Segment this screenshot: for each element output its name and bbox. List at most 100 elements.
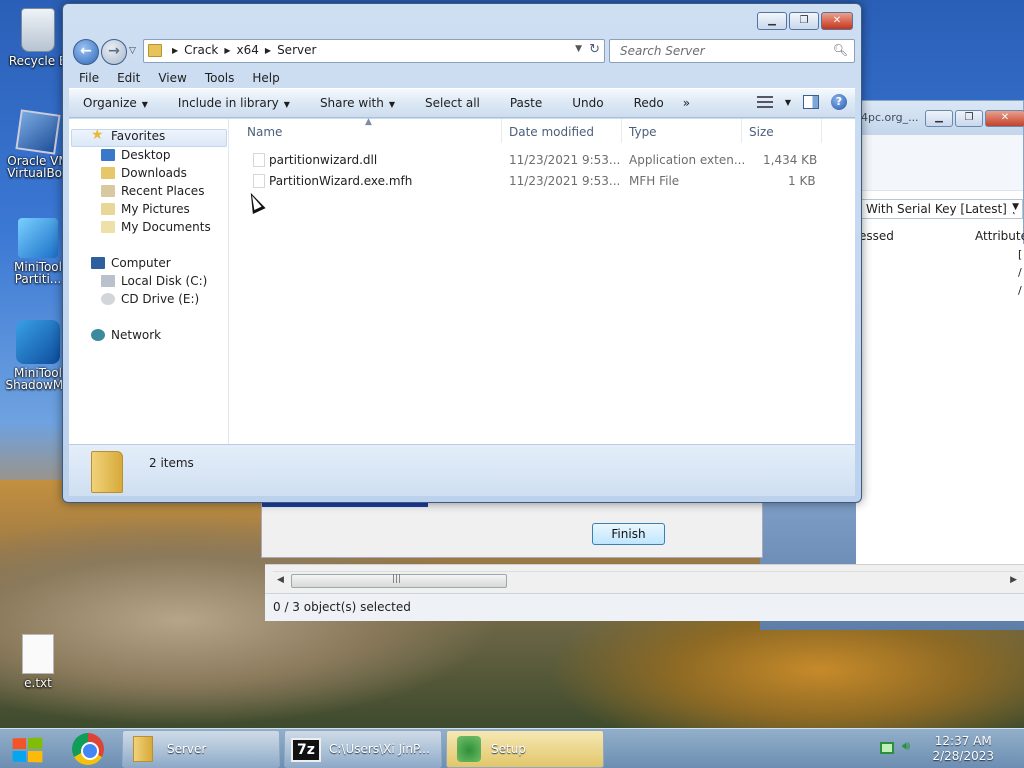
background-explorer-window[interactable]: 4pc.org_... ▁ ❐ ✕ With Serial Key [Lates…	[856, 100, 1024, 250]
nav-label: Local Disk (C:)	[121, 274, 208, 288]
column-header-type[interactable]: Type	[629, 125, 657, 139]
taskbar-label: Server	[167, 742, 207, 756]
breadcrumb-separator-icon[interactable]: ▶	[265, 46, 271, 55]
breadcrumb-separator-icon[interactable]: ▶	[224, 46, 230, 55]
details-pane: 2 items	[69, 444, 855, 496]
scroll-left-icon[interactable]: ◀	[277, 575, 284, 585]
column-header-name[interactable]: Name	[247, 125, 282, 139]
share-with-button[interactable]: Share with ▼	[305, 96, 410, 110]
nav-my-pictures[interactable]: My Pictures	[101, 202, 190, 216]
breadcrumb-x64[interactable]: x64	[237, 43, 259, 57]
maximize-button[interactable]: ❐	[955, 110, 983, 127]
scrollbar-thumb[interactable]: |||	[291, 574, 507, 588]
more-commands-button[interactable]: »	[679, 96, 694, 110]
help-icon[interactable]: ?	[831, 94, 847, 110]
search-input[interactable]: Search Server 🔍︎	[609, 39, 855, 63]
column-header-date-modified[interactable]: Date modified	[509, 125, 594, 139]
chrome-icon[interactable]	[72, 733, 104, 765]
file-row[interactable]: partitionwizard.dll 11/23/2021 9:53... A…	[231, 150, 855, 170]
nav-favorites[interactable]: ★ Favorites	[91, 127, 165, 143]
undo-button[interactable]: Undo	[557, 96, 618, 110]
nav-computer[interactable]: Computer	[91, 256, 171, 270]
start-button[interactable]	[6, 732, 50, 766]
file-list[interactable]: ▲ Name Date modified Type Size partition…	[231, 117, 855, 444]
minimize-button[interactable]: ▁	[757, 12, 787, 30]
redo-button[interactable]: Redo	[619, 96, 679, 110]
nav-network[interactable]: Network	[91, 328, 161, 342]
address-row: ← → ▽ ▶ Crack ▶ x64 ▶ Server ▼ ↻ Search …	[71, 37, 855, 67]
organize-label: Organize	[83, 96, 137, 110]
taskbar: Server 7z C:\Users\Xi JinP... Setup 🔊︎ 1…	[0, 728, 1024, 768]
maximize-button[interactable]: ❐	[789, 12, 819, 30]
file-row[interactable]: PartitionWizard.exe.mfh 11/23/2021 9:53.…	[231, 171, 855, 191]
nav-local-disk[interactable]: Local Disk (C:)	[101, 274, 207, 288]
minitool-partition-icon	[18, 218, 58, 258]
column-divider[interactable]	[821, 119, 822, 143]
breadcrumb-crack[interactable]: Crack	[184, 43, 218, 57]
menu-view[interactable]: View	[148, 70, 194, 88]
nav-my-documents[interactable]: My Documents	[101, 220, 211, 234]
desktop-icon-e-txt[interactable]: e.txt	[0, 634, 76, 689]
desktop-icon-label: e.txt	[24, 676, 52, 690]
finish-button[interactable]: Finish	[592, 523, 665, 545]
nav-desktop[interactable]: Desktop	[101, 148, 171, 162]
virtualbox-icon	[15, 109, 61, 155]
horizontal-scrollbar[interactable]: ◀ ||| ▶	[273, 571, 1023, 589]
nav-recent-places[interactable]: Recent Places	[101, 184, 204, 198]
include-in-library-button[interactable]: Include in library ▼	[163, 96, 305, 110]
computer-icon	[91, 257, 105, 269]
preview-pane-icon[interactable]	[803, 95, 819, 109]
column-divider[interactable]	[501, 119, 502, 143]
refresh-icon[interactable]: ↻	[589, 42, 600, 57]
chevron-down-icon: ▼	[141, 100, 148, 109]
forward-button[interactable]: →	[101, 39, 127, 65]
folder-icon	[91, 451, 123, 493]
network-status-icon[interactable]	[880, 742, 894, 754]
setup-icon	[457, 736, 481, 762]
menu-tools[interactable]: Tools	[195, 70, 243, 88]
search-icon[interactable]: 🔍︎	[833, 43, 848, 57]
menu-file[interactable]: File	[69, 70, 107, 88]
address-dropdown-icon[interactable]: ▼	[575, 44, 582, 54]
column-divider[interactable]	[621, 119, 622, 143]
star-icon: ★	[91, 127, 104, 143]
column-header-attributes[interactable]: Attribute	[975, 229, 1024, 243]
breadcrumb-server[interactable]: Server	[277, 43, 316, 57]
system-tray: 🔊︎ 12:37 AM 2/28/2023	[864, 729, 1024, 768]
taskbar-button-server[interactable]: Server	[122, 730, 280, 768]
taskbar-button-setup[interactable]: Setup	[446, 730, 604, 768]
menu-help[interactable]: Help	[242, 70, 287, 88]
navigation-pane[interactable]: ★ Favorites Desktop Downloads Recent Pla…	[69, 119, 229, 444]
nav-cd-drive[interactable]: CD Drive (E:)	[101, 292, 199, 306]
menu-edit[interactable]: Edit	[107, 70, 148, 88]
clock[interactable]: 12:37 AM 2/28/2023	[932, 734, 994, 764]
column-header-accessed[interactable]: essed	[859, 229, 894, 243]
column-divider[interactable]	[741, 119, 742, 143]
column-header-size[interactable]: Size	[749, 125, 774, 139]
minimize-button[interactable]: ▁	[925, 110, 953, 127]
back-button[interactable]: ←	[73, 39, 99, 65]
close-button[interactable]: ✕	[821, 12, 853, 30]
organize-button[interactable]: Organize ▼	[69, 96, 163, 110]
nav-downloads[interactable]: Downloads	[101, 166, 187, 180]
file-date: 11/23/2021 9:53...	[509, 174, 621, 188]
address-bar[interactable]: ▶ Crack ▶ x64 ▶ Server ▼ ↻	[143, 39, 605, 63]
select-all-button[interactable]: Select all	[410, 96, 495, 110]
history-dropdown-icon[interactable]: ▽	[129, 46, 136, 56]
menu-bar: File Edit View Tools Help	[69, 70, 855, 88]
sort-ascending-icon: ▲	[365, 117, 372, 127]
breadcrumb-separator-icon[interactable]: ▶	[172, 46, 178, 55]
explorer-window[interactable]: ▁ ❐ ✕ ← → ▽ ▶ Crack ▶ x64 ▶ Server ▼ ↻ S…	[62, 3, 862, 503]
close-button[interactable]: ✕	[985, 110, 1024, 127]
recent-places-icon	[101, 185, 115, 197]
chevron-down-icon[interactable]: ▼	[785, 98, 791, 107]
scroll-right-icon[interactable]: ▶	[1010, 575, 1017, 585]
taskbar-button-7zip[interactable]: 7z C:\Users\Xi JinP...	[284, 730, 442, 768]
paste-button[interactable]: Paste	[495, 96, 557, 110]
archive-path-dropdown[interactable]: With Serial Key [Latest] \ ▼	[861, 199, 1023, 219]
nav-label: Computer	[111, 256, 171, 270]
nav-label: My Pictures	[121, 202, 190, 216]
change-view-icon[interactable]	[756, 96, 773, 108]
include-label: Include in library	[177, 96, 279, 110]
volume-icon[interactable]: 🔊︎	[902, 739, 916, 754]
